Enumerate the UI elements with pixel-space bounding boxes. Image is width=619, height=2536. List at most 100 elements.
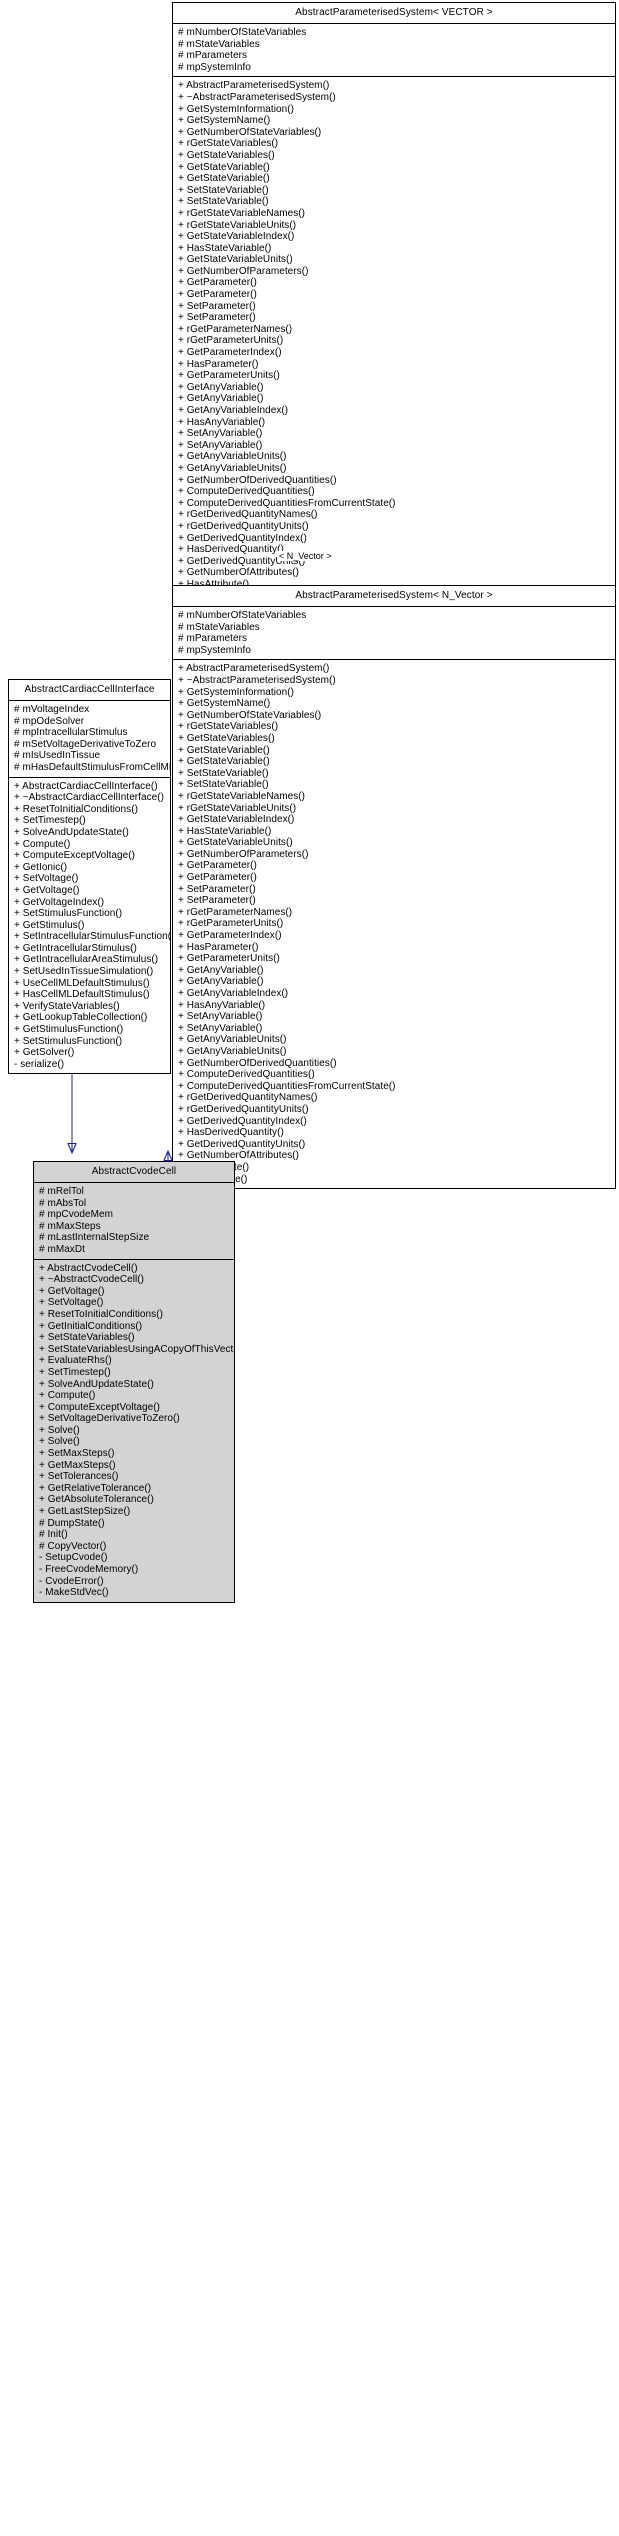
class-member: + GetParameter() <box>178 289 257 301</box>
class-member: # mAbsTol <box>39 1197 87 1209</box>
class-member: + GetNumberOfDerivedQuantities() <box>178 474 337 486</box>
class-member: + SetAnyVariable() <box>178 1022 263 1034</box>
class-member: + GetSolver() <box>14 1047 75 1059</box>
class-member: + ~AbstractCardiacCellInterface() <box>14 792 165 804</box>
class-member: + SetTolerances() <box>39 1471 119 1483</box>
class-member: + SetParameter() <box>178 312 256 324</box>
class-member: + rGetDerivedQuantityNames() <box>178 509 318 521</box>
class-member: + GetAnyVariableUnits() <box>178 451 287 463</box>
class-member: + rGetDerivedQuantityUnits() <box>178 520 309 532</box>
class-member: + rGetStateVariableNames() <box>178 790 305 802</box>
class-member: # mStateVariables <box>178 621 260 633</box>
class-member: + GetParameterUnits() <box>178 953 280 965</box>
class-member: + SetStimulusFunction() <box>14 1035 123 1047</box>
class-member: # mIsUsedInTissue <box>14 750 101 762</box>
class-member: # mParameters <box>178 633 248 645</box>
class-member: # mStateVariables <box>178 38 260 50</box>
method-list: + AbstractParameterisedSystem() + ~Abstra… <box>173 77 615 605</box>
class-member: + GetStateVariables() <box>178 732 275 744</box>
class-member: + SetStimulusFunction() <box>14 908 123 920</box>
class-member: + GetParameterUnits() <box>178 370 280 382</box>
class-member: # mMaxSteps <box>39 1220 101 1232</box>
class-member: + ~AbstractParameterisedSystem() <box>178 91 336 103</box>
class-member: + SetParameter() <box>178 895 256 907</box>
class-member: # mRelTol <box>39 1186 84 1197</box>
class-member: + GetDerivedQuantityIndex() <box>178 532 307 544</box>
class-member: + GetSystemName() <box>178 698 271 710</box>
class-member: + SetStateVariablesUsingACopyOfThisVecto… <box>39 1343 235 1355</box>
class-member: + GetMaxSteps() <box>39 1459 116 1471</box>
class-member: + ResetToInitialConditions() <box>39 1308 163 1320</box>
class-member: + rGetParameterNames() <box>178 906 293 918</box>
attribute-list: # mVoltageIndex # mpOdeSolver # mpIntracel… <box>9 701 170 777</box>
class-member: + ~AbstractParameterisedSystem() <box>178 674 336 686</box>
class-member: # Init() <box>39 1529 68 1541</box>
class-member: + ~AbstractCvodeCell() <box>39 1274 145 1286</box>
class-member: + GetNumberOfAttributes() <box>178 1150 300 1162</box>
class-member: + rGetStateVariableUnits() <box>178 219 297 231</box>
class-member: + SetAnyVariable() <box>178 1011 263 1023</box>
class-member: + AbstractCvodeCell() <box>39 1262 138 1274</box>
class-member: + HasParameter() <box>178 941 259 953</box>
class-member: + GetStateVariableIndex() <box>178 814 295 826</box>
class-member: + Compute() <box>39 1390 96 1402</box>
class-member: + SetTimestep() <box>14 815 86 827</box>
method-list: + AbstractCvodeCell() + ~AbstractCvodeCel… <box>34 1260 234 1602</box>
class-member: + GetLookupTableCollection() <box>14 1012 148 1024</box>
class-member: + SetAnyVariable() <box>178 428 263 440</box>
class-member: + AbstractParameterisedSystem() <box>178 663 330 675</box>
class-member: + SolveAndUpdateState() <box>14 826 129 838</box>
class-member: + HasAttribute() <box>173 1162 615 1174</box>
class-member: + rGetParameterUnits() <box>178 335 284 347</box>
class-member: + GetAnyVariable() <box>178 976 264 988</box>
class-member: + rGetDerivedQuantityUnits() <box>178 1103 309 1115</box>
class-member: # mpSystemInfo <box>178 644 251 656</box>
class-member: + SetStateVariable() <box>178 184 269 196</box>
class-member: # mParameters <box>178 50 248 62</box>
class-member: + Solve() <box>39 1424 80 1436</box>
class-member: + GetAnyVariableIndex() <box>178 988 289 999</box>
class-member: + GetNumberOfParameters() <box>178 848 309 860</box>
class-member: + GetNumberOfStateVariables() <box>178 709 322 721</box>
class-member: # mpSystemInfo <box>178 61 251 73</box>
class-member: + HasStateVariable() <box>178 825 272 837</box>
class-member: + ComputeDerivedQuantities() <box>178 486 315 498</box>
class-member: + rGetStateVariables() <box>178 721 279 733</box>
class-box-abstract-cardiac-cell-interface[interactable]: AbstractCardiacCellInterface # mVoltageI… <box>8 679 171 1075</box>
class-member: + GetSystemName() <box>178 115 271 127</box>
class-member: + GetStateVariable() <box>178 744 270 756</box>
class-member: + GetParameterIndex() <box>178 347 282 359</box>
class-member: # mpOdeSolver <box>14 715 85 727</box>
class-member: # CopyVector() <box>39 1540 107 1552</box>
class-member: + ComputeDerivedQuantitiesFromCurrentSta… <box>178 1080 396 1092</box>
class-member: + rGetDerivedQuantityNames() <box>178 1092 318 1104</box>
class-member: + ComputeDerivedQuantitiesFromCurrentSta… <box>178 497 396 509</box>
class-member: # mLastInternalStepSize <box>39 1232 150 1244</box>
class-box-abstract-cvode-cell[interactable]: AbstractCvodeCell # mRelTol # mAbsTol # mp… <box>33 1161 235 1603</box>
class-member: + rGetParameterUnits() <box>178 918 284 930</box>
class-member: + GetAnyVariableUnits() <box>178 1045 287 1057</box>
class-member: + SetStateVariable() <box>178 196 269 208</box>
class-member: + GetIntracellularAreaStimulus() <box>14 954 159 966</box>
class-member: # mVoltageIndex <box>14 704 90 715</box>
class-member: + GetDerivedQuantityUnits() <box>178 1138 306 1150</box>
class-member: # mHasDefaultStimulusFromCellML <box>14 761 171 773</box>
class-member: # mpIntracellularStimulus <box>14 727 128 739</box>
class-member: + VerifyStateVariables() <box>14 1000 120 1012</box>
class-member: + GetVoltageIndex() <box>14 896 105 908</box>
class-box-abstract-parameterised-system-nvector[interactable]: AbstractParameterisedSystem< N_Vector > … <box>172 585 616 1190</box>
class-member: + GetAnyVariable() <box>178 381 264 393</box>
class-title: AbstractCardiacCellInterface <box>24 684 155 695</box>
class-member: + GetAnyVariable() <box>178 393 264 405</box>
class-member: + GetDerivedQuantityIndex() <box>178 1115 307 1127</box>
class-member: + GetLastStepSize() <box>39 1506 131 1518</box>
class-member: + GetStateVariableUnits() <box>178 837 293 849</box>
attribute-list: # mNumberOfStateVariables # mStateVariabl… <box>173 24 615 76</box>
class-member: + EvaluateRhs() <box>39 1355 112 1367</box>
class-member: - SetupCvode() <box>39 1552 108 1564</box>
class-member: + GetAnyVariableIndex() <box>178 405 289 416</box>
class-member: + GetSystemInformation() <box>178 103 294 115</box>
class-box-abstract-parameterised-system-vector[interactable]: AbstractParameterisedSystem< VECTOR > # … <box>172 2 616 607</box>
class-member: + GetAnyVariableUnits() <box>178 1034 287 1046</box>
class-member: - serialize() <box>14 1058 65 1070</box>
